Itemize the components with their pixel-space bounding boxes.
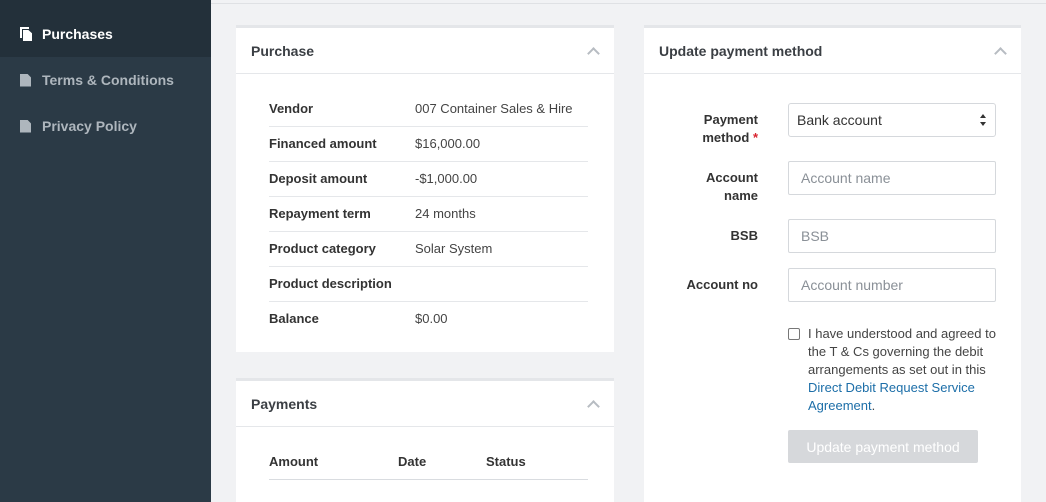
sidebar: Purchases Terms & Conditions Privacy Pol… xyxy=(0,0,211,502)
bsb-label: BSB xyxy=(730,228,758,243)
agreement-checkbox-row: I have understood and agreed to the T & … xyxy=(788,325,1003,415)
sidebar-item-terms[interactable]: Terms & Conditions xyxy=(0,57,211,103)
column-header-status[interactable]: Status xyxy=(486,445,588,480)
repayment-term-value: 24 months xyxy=(415,196,588,232)
panel-title: Update payment method xyxy=(659,42,823,59)
balance-value: $0.00 xyxy=(415,311,448,327)
vendor-value: 007 Container Sales & Hire xyxy=(415,91,588,127)
table-row: Financed amount $16,000.00 xyxy=(269,126,588,162)
payments-panel: Payments Amount Date Status xyxy=(236,378,614,502)
vendor-label: Vendor xyxy=(269,91,415,127)
payments-panel-header: Payments xyxy=(236,381,614,427)
update-payment-panel-header: Update payment method xyxy=(644,28,1021,74)
product-category-value: Solar System xyxy=(415,231,588,267)
table-row: Product category Solar System xyxy=(269,231,588,267)
account-no-label: Account no xyxy=(686,277,759,292)
update-payment-panel: Update payment method Payment method * B… xyxy=(644,25,1021,502)
financed-amount-label: Financed amount xyxy=(269,126,415,162)
chevron-up-icon[interactable] xyxy=(994,47,1007,60)
sidebar-item-privacy[interactable]: Privacy Policy xyxy=(0,103,211,149)
payment-method-selected-value: Bank account xyxy=(797,112,882,128)
account-name-label-line2: name xyxy=(724,188,758,203)
panel-title: Purchase xyxy=(251,42,315,59)
bsb-input[interactable] xyxy=(788,219,996,253)
account-number-input[interactable] xyxy=(788,268,996,302)
update-payment-method-button[interactable]: Update payment method xyxy=(788,430,978,463)
sidebar-item-label: Terms & Conditions xyxy=(42,72,174,88)
repayment-term-label: Repayment term xyxy=(269,196,415,232)
table-row: Vendor 007 Container Sales & Hire xyxy=(269,91,588,127)
required-marker: * xyxy=(752,130,758,145)
deposit-amount-value: -$1,000.00 xyxy=(415,161,588,197)
payment-method-select[interactable]: Bank account xyxy=(788,103,996,137)
chevron-up-icon[interactable] xyxy=(587,47,600,60)
copy-icon xyxy=(20,27,32,41)
payment-method-label-line2: method xyxy=(702,130,750,145)
column-header-amount[interactable]: Amount xyxy=(269,445,398,480)
column-header-date[interactable]: Date xyxy=(398,445,486,480)
document-icon xyxy=(20,73,31,87)
deposit-amount-label: Deposit amount xyxy=(269,161,415,197)
document-icon xyxy=(20,119,31,133)
balance-label: Balance xyxy=(269,311,319,327)
account-name-label-line1: Account xyxy=(706,170,758,185)
purchase-panel-header: Purchase xyxy=(236,28,614,74)
payment-method-label: Payment method * xyxy=(702,111,758,147)
account-name-input[interactable] xyxy=(788,161,996,195)
table-row: Product description xyxy=(269,266,588,302)
purchase-details-table: Vendor 007 Container Sales & Hire Finance… xyxy=(269,91,588,336)
table-row: Repayment term 24 months xyxy=(269,196,588,232)
financed-amount-value: $16,000.00 xyxy=(415,126,588,162)
product-description-label: Product description xyxy=(269,266,415,302)
table-row: Deposit amount -$1,000.00 xyxy=(269,161,588,197)
product-category-label: Product category xyxy=(269,231,415,267)
select-arrows-icon xyxy=(980,114,987,126)
direct-debit-agreement-link[interactable]: Direct Debit Request Service Agreement xyxy=(808,380,975,413)
sidebar-item-label: Purchases xyxy=(42,25,113,42)
account-name-label: Account name xyxy=(706,169,758,205)
agreement-text-end: . xyxy=(871,398,876,413)
agreement-checkbox[interactable] xyxy=(788,328,800,340)
product-description-value xyxy=(415,266,588,302)
chevron-up-icon[interactable] xyxy=(587,400,600,413)
panel-title: Payments xyxy=(251,395,318,412)
header-divider xyxy=(211,3,1046,4)
sidebar-item-purchases[interactable]: Purchases xyxy=(0,0,211,57)
payment-method-label-line1: Payment xyxy=(703,112,758,127)
sidebar-item-label: Privacy Policy xyxy=(42,118,137,134)
purchase-panel: Purchase Vendor 007 Container Sales & Hir… xyxy=(236,25,614,352)
table-row: Balance $0.00 xyxy=(269,301,588,336)
table-header-row: Amount Date Status xyxy=(269,445,588,480)
agreement-text: I have understood and agreed to the T & … xyxy=(808,326,996,377)
payments-table: Amount Date Status xyxy=(269,445,588,480)
